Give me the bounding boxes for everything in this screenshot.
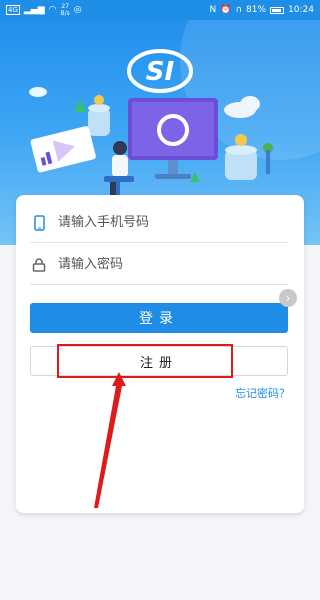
speed-value: 27 [61,3,69,10]
forgot-password-link[interactable]: 忘记密码？ [235,385,290,401]
phone-field [30,203,288,243]
status-bar: 4G ▂▄▆ ◠ 27 B/s ◎ N ⏰ ∩ 81% 10:24 [0,0,320,20]
headphones-icon: ∩ [235,5,243,15]
network-speed: 27 B/s [61,3,70,17]
lock-icon [30,256,48,274]
app-notification-icon: ◎ [73,5,82,15]
password-field [30,245,288,285]
signal-icon: ▂▄▆ [23,5,45,15]
battery-percent: 81% [246,5,267,15]
speed-unit: B/s [60,10,70,17]
alarm-icon: ⏰ [220,5,232,15]
register-highlight-box [57,344,233,378]
phone-input[interactable] [58,215,278,230]
status-time: 10:24 [288,5,314,15]
password-input[interactable] [58,257,278,272]
nfc-icon: N [209,5,217,15]
login-button[interactable]: 登录 [30,303,288,333]
wifi-icon: ◠ [48,5,57,15]
network-indicator: 4G [6,5,20,15]
chevron-right-icon[interactable]: › [279,289,297,307]
battery-icon [270,6,285,14]
phone-icon [30,214,48,232]
